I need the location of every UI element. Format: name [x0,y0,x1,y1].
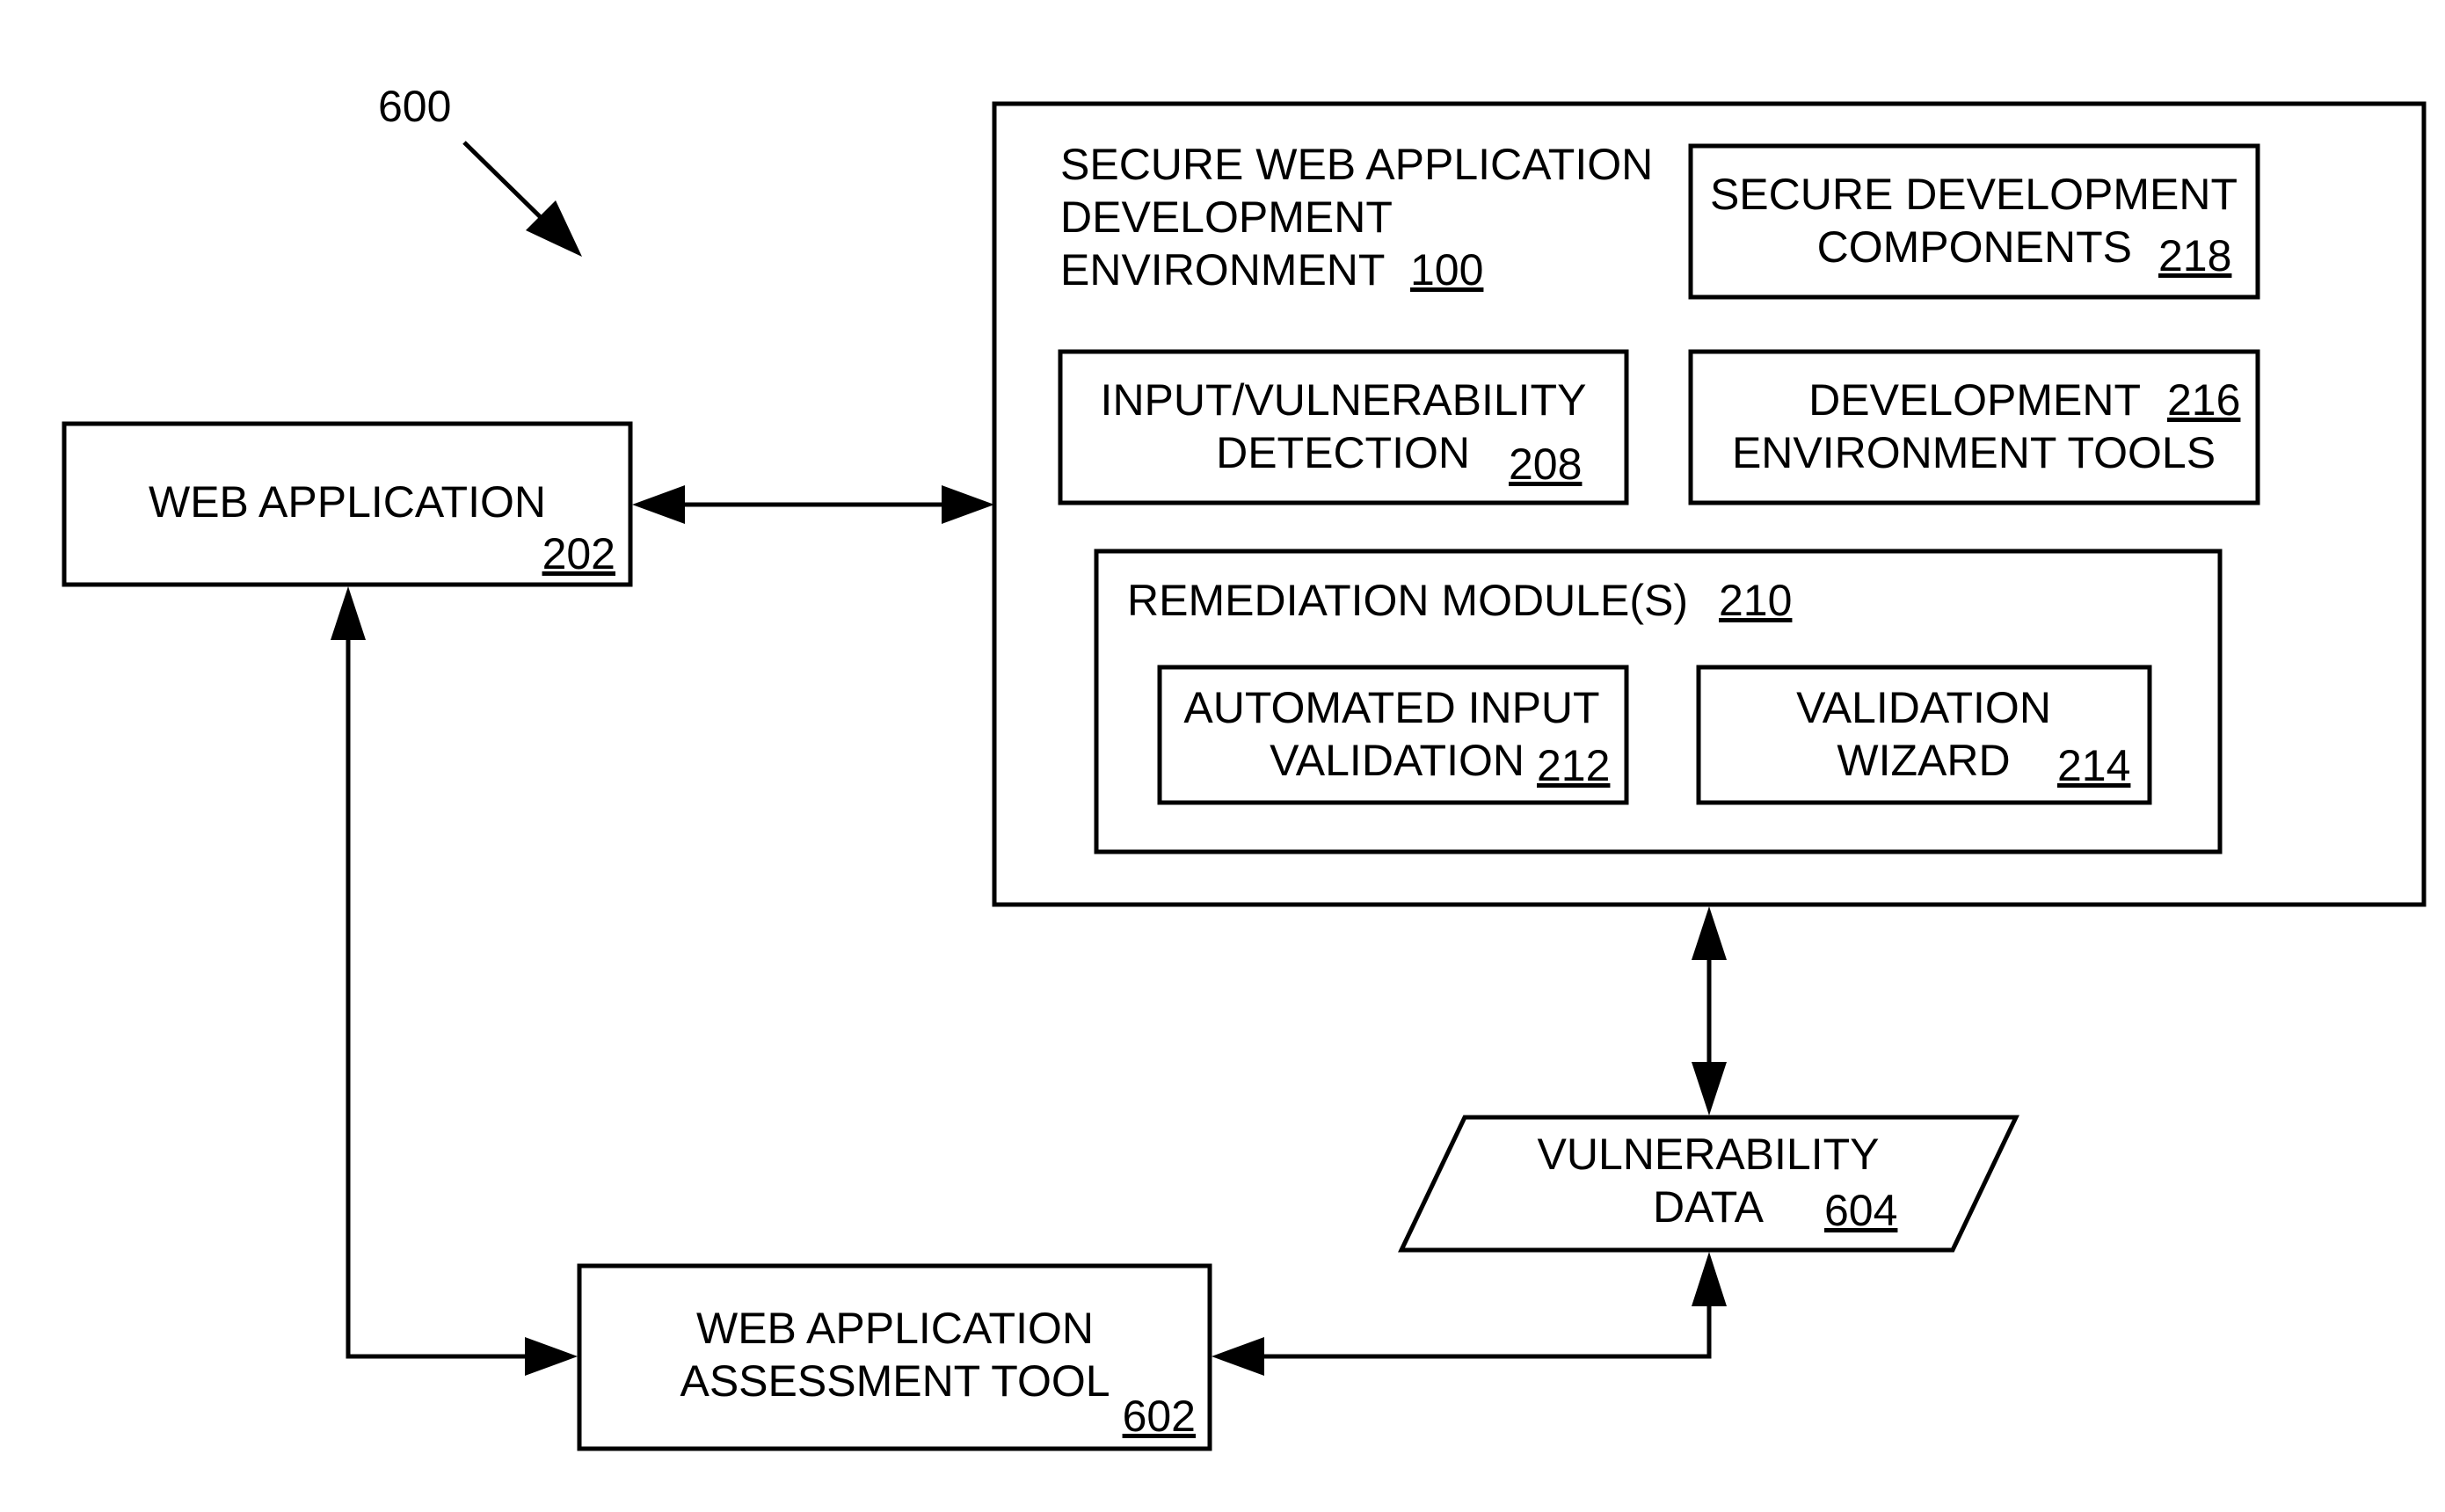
vulnerability-data-ref: 604 [1824,1186,1897,1235]
dev-tools-line-2: ENVIRONMENT TOOLS [1732,428,2216,477]
figure-label: 600 [378,82,451,131]
automated-input-validation-box: AUTOMATED INPUT VALIDATION 212 [1157,665,1629,805]
remediation-ref: 210 [1719,576,1792,625]
secure-development-components-box: SECURE DEVELOPMENT COMPONENTS 218 [1688,143,2260,300]
vulnerability-data-line-2: DATA [1653,1182,1765,1232]
assessment-tool-ref: 602 [1123,1392,1196,1441]
webapp-environment-bidirectional-arrow [632,485,994,524]
detection-line-1: INPUT/VULNERABILITY [1101,375,1587,425]
automated-ref: 212 [1537,741,1610,790]
wizard-ref: 214 [2057,741,2130,790]
web-application-assessment-tool-box: WEB APPLICATION ASSESSMENT TOOL 602 [577,1263,1212,1451]
environment-title-line-3: ENVIRONMENT [1060,245,1385,294]
dev-tools-ref: 216 [2167,375,2240,425]
environment-ref: 100 [1410,245,1483,294]
detection-line-2: DETECTION [1216,428,1470,477]
patent-diagram: 600 SECURE WEB APPLICATION DEVELOPMENT E… [62,82,2427,1451]
secure-components-line-1: SECURE DEVELOPMENT [1710,170,2238,219]
secure-components-line-2: COMPONENTS [1817,222,2132,272]
validation-wizard-box: VALIDATION WIZARD 214 [1696,665,2152,805]
environment-vulnerability-data-bidirectional-arrow [1692,906,1727,1116]
detection-ref: 208 [1509,440,1582,489]
webapp-assessment-tool-bidirectional-arrow [331,586,578,1376]
web-application-box: WEB APPLICATION 202 [62,421,633,587]
environment-title-line-2: DEVELOPMENT [1060,193,1393,242]
wizard-line-1: VALIDATION [1796,683,2051,732]
vulnerability-data-line-1: VULNERABILITY [1537,1130,1879,1179]
assessment-tool-line-2: ASSESSMENT TOOL [680,1356,1110,1406]
development-environment-tools-box: DEVELOPMENT 216 ENVIRONMENT TOOLS [1688,349,2260,505]
environment-title-line-1: SECURE WEB APPLICATION [1060,140,1653,189]
dev-tools-line-1: DEVELOPMENT [1808,375,2141,425]
secure-components-ref: 218 [2158,231,2231,280]
automated-line-2: VALIDATION [1270,736,1524,785]
input-vulnerability-detection-box: INPUT/VULNERABILITY DETECTION 208 [1058,349,1629,505]
web-application-label: WEB APPLICATION [149,477,546,527]
assessment-tool-vulnerability-data-bidirectional-arrow [1212,1252,1727,1376]
web-application-ref: 202 [542,529,615,578]
wizard-line-2: WIZARD [1837,736,2010,785]
remediation-label: REMEDIATION MODULE(S) [1127,576,1688,625]
automated-line-1: AUTOMATED INPUT [1183,683,1599,732]
assessment-tool-line-1: WEB APPLICATION [696,1304,1094,1353]
figure-pointer-arrow [462,141,582,257]
vulnerability-data-parallelogram: VULNERABILITY DATA 604 [1398,1115,2019,1253]
